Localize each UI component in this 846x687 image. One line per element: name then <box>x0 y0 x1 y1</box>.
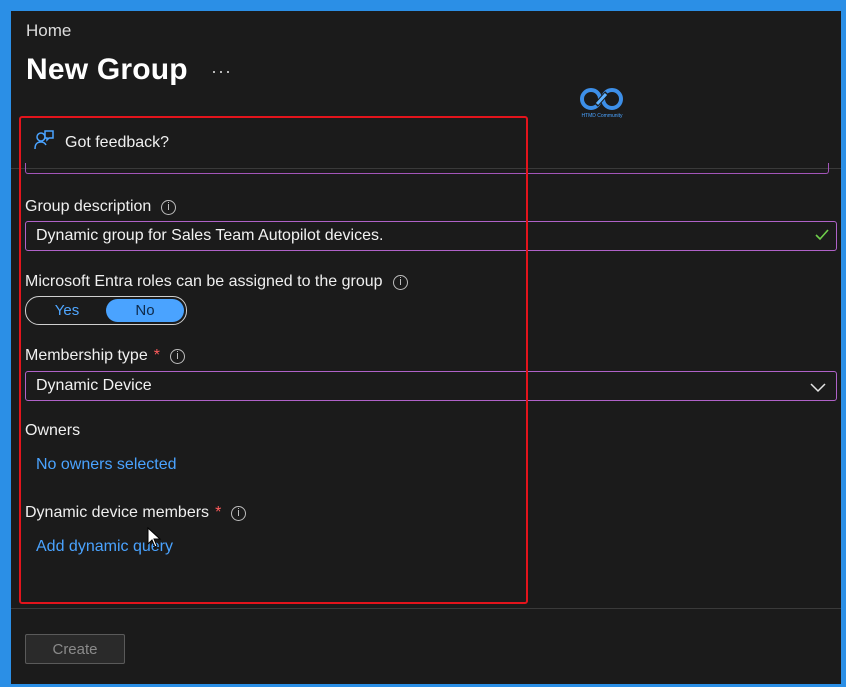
feedback-button[interactable]: Got feedback? <box>33 129 169 156</box>
entra-roles-label: Microsoft Entra roles can be assigned to… <box>25 273 408 291</box>
info-icon[interactable] <box>392 274 408 290</box>
group-name-field[interactable] <box>25 163 829 174</box>
create-button[interactable]: Create <box>25 634 125 664</box>
toggle-option-yes[interactable]: Yes <box>28 299 106 322</box>
mouse-cursor-icon <box>147 526 163 554</box>
dynamic-members-label: Dynamic device members * <box>25 504 247 522</box>
feedback-label: Got feedback? <box>65 133 170 151</box>
owners-label: Owners <box>25 422 80 440</box>
membership-type-select[interactable]: Dynamic Device <box>25 371 837 401</box>
info-icon[interactable] <box>231 505 247 521</box>
more-options-button[interactable]: ··· <box>211 61 232 82</box>
membership-type-label-text: Membership type <box>25 347 148 364</box>
membership-type-label: Membership type * <box>25 347 185 365</box>
entra-roles-label-text: Microsoft Entra roles can be assigned to… <box>25 273 383 290</box>
info-icon[interactable] <box>169 348 185 364</box>
chevron-down-icon <box>810 380 826 398</box>
dynamic-members-label-text: Dynamic device members <box>25 504 210 521</box>
check-icon <box>814 227 830 248</box>
info-icon[interactable] <box>161 199 177 215</box>
breadcrumb[interactable]: Home <box>26 21 71 41</box>
feedback-icon <box>33 129 55 156</box>
group-description-value: Dynamic group for Sales Team Autopilot d… <box>36 227 384 244</box>
required-marker: * <box>153 347 160 364</box>
group-description-label: Group description <box>25 198 177 216</box>
page-title: New Group <box>26 53 188 86</box>
logo-text: HTMD Community <box>581 113 623 119</box>
group-description-input[interactable]: Dynamic group for Sales Team Autopilot d… <box>25 221 837 251</box>
entra-roles-toggle[interactable]: Yes No <box>25 296 187 325</box>
owners-label-text: Owners <box>25 422 81 439</box>
toggle-option-no[interactable]: No <box>106 299 184 322</box>
divider <box>11 608 841 609</box>
community-logo: HTMD Community <box>576 85 628 123</box>
membership-type-value: Dynamic Device <box>36 377 152 394</box>
group-description-label-text: Group description <box>25 198 152 215</box>
window: Home New Group ··· HTMD Community Got fe… <box>11 11 841 684</box>
required-marker: * <box>215 504 222 521</box>
no-owners-selected-link[interactable]: No owners selected <box>36 456 177 474</box>
